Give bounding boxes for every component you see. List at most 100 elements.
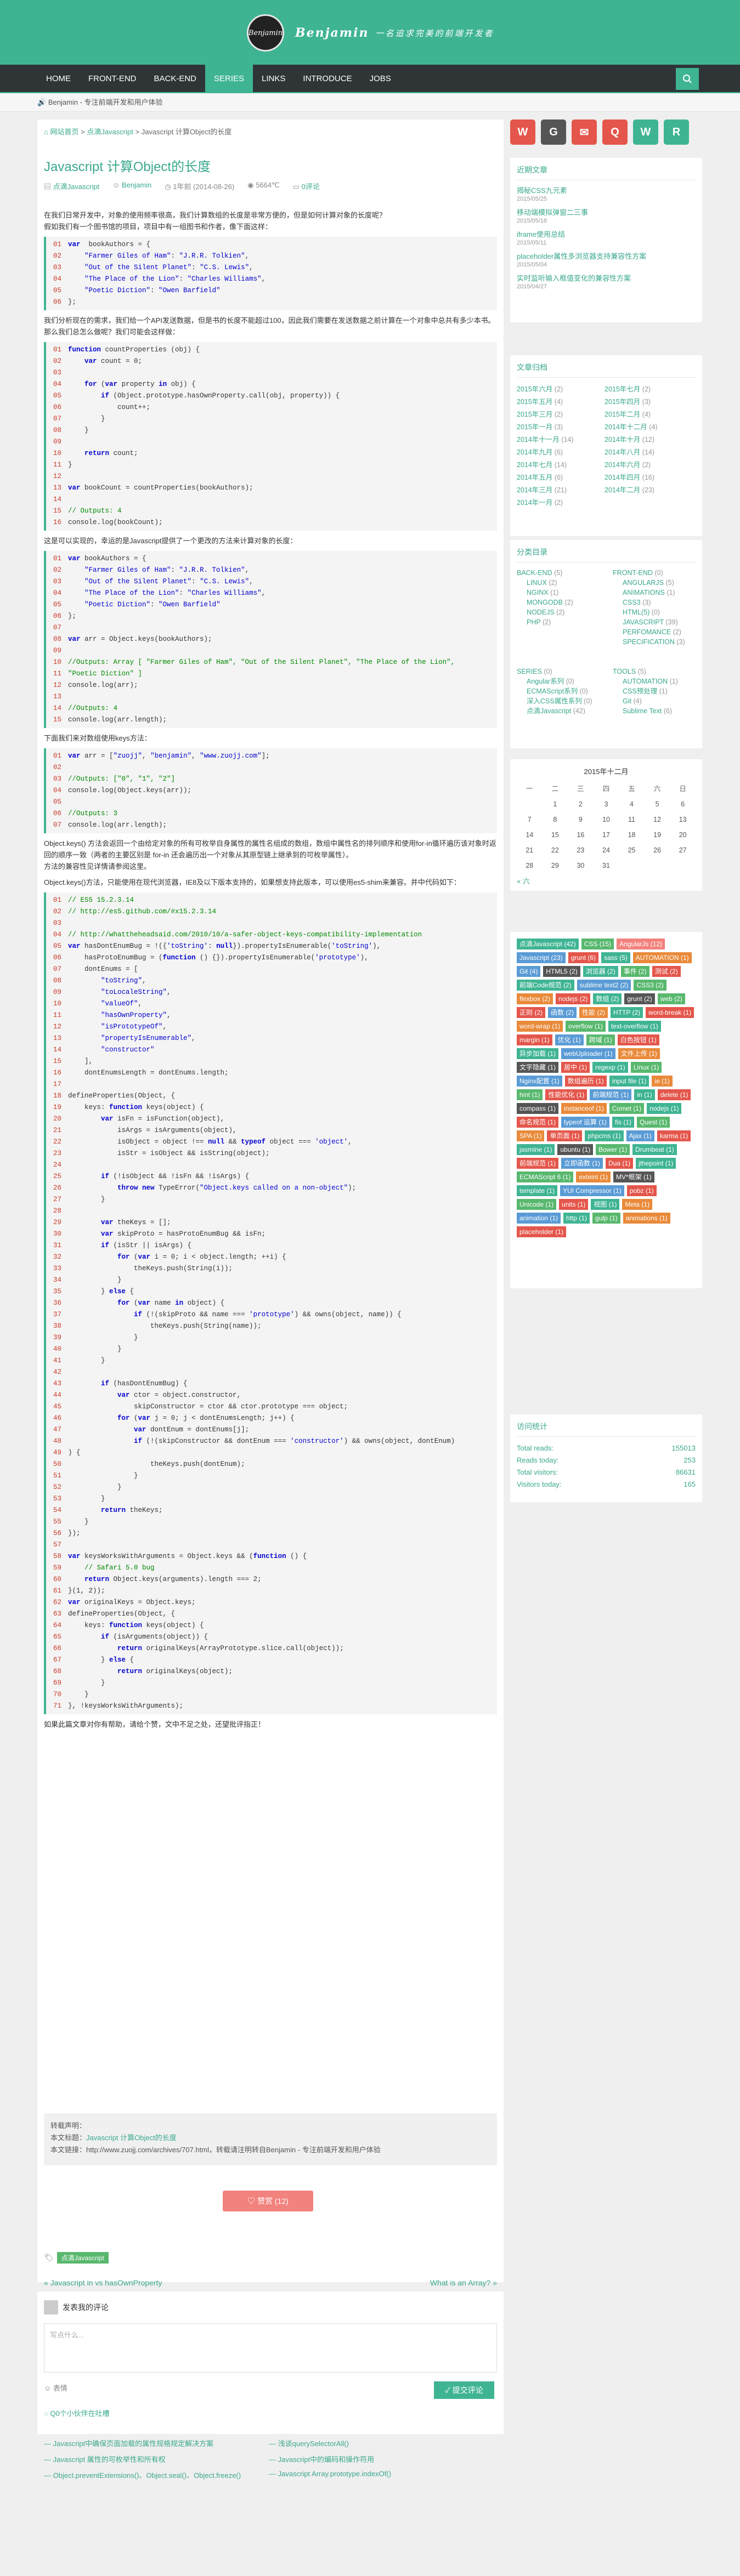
tag-cloud-item[interactable]: hint (1) (517, 1089, 543, 1100)
archive-item[interactable]: 2015年二月 (4) (605, 408, 692, 419)
nav-item-links[interactable]: LINKS (253, 65, 294, 93)
tag-cloud-item[interactable]: AUTOMATION (1) (632, 952, 692, 963)
archive-item[interactable]: 2014年九月 (6) (517, 446, 605, 457)
comment-textarea[interactable]: 写点什么... (44, 2323, 497, 2373)
tag-cloud-item[interactable]: 文件上传 (1) (618, 1048, 660, 1059)
tag-cloud-item[interactable]: units (1) (559, 1199, 589, 1210)
related-link-text[interactable]: Javascript 属性的可枚举性和所有权 (53, 2455, 166, 2464)
tag-cloud-item[interactable]: web (2) (657, 993, 685, 1004)
related-link-text[interactable]: 浅谈querySelectorAll() (278, 2439, 349, 2448)
tag-cloud-item[interactable]: ECMAScript 6 (1) (517, 1172, 574, 1182)
meta-author-link[interactable]: Benjamin (122, 181, 151, 189)
tag-cloud-item[interactable]: word-break (1) (646, 1007, 694, 1018)
category-link[interactable]: SERIES (517, 668, 542, 675)
tag-cloud-item[interactable]: 函数 (2) (548, 1007, 577, 1018)
category-link[interactable]: Git (623, 697, 631, 705)
tag-cloud-item[interactable]: exteinl (1) (576, 1172, 611, 1182)
category-item[interactable]: BACK-END (5) (517, 568, 613, 578)
category-item[interactable]: LINUX (2) (517, 578, 613, 588)
tag-cloud-item[interactable]: 正则 (2) (517, 1007, 546, 1018)
tag-cloud-item[interactable]: nodejs (2) (556, 993, 591, 1004)
category-item[interactable]: FRONT-END (0) (613, 568, 709, 578)
category-item[interactable]: Sublime Text (6) (613, 706, 709, 716)
category-item[interactable]: CSS预处理 (1) (613, 686, 709, 696)
tag-cloud-item[interactable]: grunt (2) (624, 993, 655, 1004)
category-item[interactable]: Angular系列 (0) (517, 676, 613, 686)
category-link[interactable]: LINUX (527, 579, 547, 587)
archive-item[interactable]: 2015年六月 (2) (517, 383, 605, 394)
recent-post-link[interactable]: 移动端模拟弹窗二三事 (517, 208, 696, 218)
tag-cloud-item[interactable]: Drumbeat (1) (632, 1144, 677, 1155)
related-link[interactable]: Javascript 属性的可枚举性和所有权 (44, 2454, 269, 2464)
archive-link[interactable]: 2015年七月 (605, 385, 640, 393)
tag-cloud-item[interactable]: sass (5) (601, 952, 630, 963)
category-item[interactable]: PERFOMANCE (2) (613, 627, 709, 637)
archive-item[interactable]: 2015年三月 (2) (517, 408, 605, 419)
category-link[interactable]: MONGODB (527, 599, 563, 606)
mail-icon[interactable]: ✉ (572, 120, 597, 145)
archive-link[interactable]: 2015年五月 (517, 398, 552, 406)
tag-cloud-item[interactable]: nodejs (1) (647, 1103, 682, 1114)
tag-chip[interactable]: 点滴Javascript (57, 2252, 109, 2264)
related-link[interactable]: 浅谈querySelectorAll() (269, 2438, 494, 2448)
archive-link[interactable]: 2015年二月 (605, 411, 640, 418)
category-item[interactable]: NODEJS (2) (517, 607, 613, 617)
category-item[interactable]: SERIES (0) (517, 667, 613, 676)
tag-cloud-item[interactable]: Bower (1) (596, 1144, 630, 1155)
archive-link[interactable]: 2014年四月 (605, 474, 640, 481)
tag-cloud-item[interactable]: Comet (1) (609, 1103, 645, 1114)
emoji-button[interactable]: ☺ 表情 (44, 2382, 67, 2393)
next-post-link[interactable]: What is an Array? » (430, 2278, 497, 2287)
tag-cloud-item[interactable]: 浏览器 (2) (583, 966, 618, 977)
category-link[interactable]: CSS3 (623, 599, 641, 606)
tag-cloud-item[interactable]: ubuntu (1) (557, 1144, 594, 1155)
copyright-title-link[interactable]: Javascript 计算Object的长度 (86, 2134, 177, 2142)
category-link[interactable]: HTML(5) (623, 609, 649, 616)
github-icon[interactable]: G (541, 120, 566, 145)
tag-cloud-item[interactable]: delete (1) (657, 1089, 691, 1100)
tag-cloud-item[interactable]: Unicode (1) (517, 1199, 557, 1210)
category-item[interactable]: ANGULARJS (5) (613, 578, 709, 588)
tag-cloud-item[interactable]: CSS3 (2) (634, 980, 666, 991)
tag-cloud-item[interactable]: input file (1) (609, 1076, 649, 1087)
nav-item-front-end[interactable]: FRONT-END (80, 65, 145, 93)
archive-link[interactable]: 2014年一月 (517, 499, 552, 507)
tag-cloud-item[interactable]: Nginx配置 (1) (517, 1076, 562, 1087)
prev-post-link[interactable]: « Javascript in vs hasOwnProperty (44, 2278, 162, 2287)
breadcrumb-home[interactable]: 网站首页 (50, 128, 78, 136)
tag-cloud-item[interactable]: sublime text2 (2) (577, 980, 631, 991)
site-logo[interactable]: Benjamin Benjamin 一名追求完美的前端开发者 (247, 14, 494, 52)
related-link-text[interactable]: Javascript中确保页面加载的属性规格规定解决方案 (53, 2439, 214, 2448)
category-link[interactable]: Angular系列 (527, 678, 564, 685)
meta-category-link[interactable]: 点滴Javascript (53, 183, 100, 191)
category-item[interactable]: SPECIFICATION (3) (613, 637, 709, 647)
archive-link[interactable]: 2014年二月 (605, 486, 640, 494)
tag-cloud-item[interactable]: SPA (1) (517, 1130, 545, 1141)
tag-cloud-item[interactable]: animation (1) (517, 1213, 561, 1224)
archive-item[interactable]: 2015年四月 (3) (605, 396, 692, 406)
tag-cloud-item[interactable]: HTTP (2) (611, 1007, 643, 1018)
tag-cloud-item[interactable]: webUploader (1) (561, 1048, 615, 1059)
tag-cloud-item[interactable]: 优化 (1) (555, 1034, 584, 1045)
related-link[interactable]: Object.preventExtensions()、Object.seal()… (44, 2470, 269, 2480)
category-item[interactable]: ANIMATIONS (1) (613, 588, 709, 598)
tag-cloud-item[interactable]: 测试 (2) (652, 966, 681, 977)
tag-cloud-item[interactable]: 单页面 (1) (547, 1130, 583, 1141)
tag-cloud-item[interactable]: Meta (1) (622, 1199, 653, 1210)
nav-item-introduce[interactable]: INTRODUCE (294, 65, 360, 93)
tag-cloud-item[interactable]: Quest (1) (637, 1117, 670, 1128)
tag-cloud-item[interactable]: animations (1) (623, 1213, 670, 1224)
tag-cloud-item[interactable]: compass (1) (517, 1103, 559, 1114)
archive-link[interactable]: 2014年六月 (605, 461, 640, 469)
archive-link[interactable]: 2014年十月 (605, 436, 640, 443)
tag-cloud-item[interactable]: 异步加载 (1) (517, 1048, 559, 1059)
category-item[interactable]: PHP (2) (517, 617, 613, 627)
recent-post-link[interactable]: 实时监听输入框值变化的兼容性方案 (517, 274, 696, 283)
tag-cloud-item[interactable]: 命名规范 (1) (517, 1117, 559, 1128)
category-item[interactable]: MONGODB (2) (517, 598, 613, 607)
tag-cloud-item[interactable]: regexp (1) (592, 1062, 628, 1073)
tag-cloud-item[interactable]: http (1) (563, 1213, 590, 1224)
related-link[interactable]: Javascript Array.prototype.indexOf() (269, 2470, 494, 2480)
category-item[interactable]: TOOLS (5) (613, 667, 709, 676)
tag-cloud-item[interactable]: 跨域 (1) (586, 1034, 615, 1045)
